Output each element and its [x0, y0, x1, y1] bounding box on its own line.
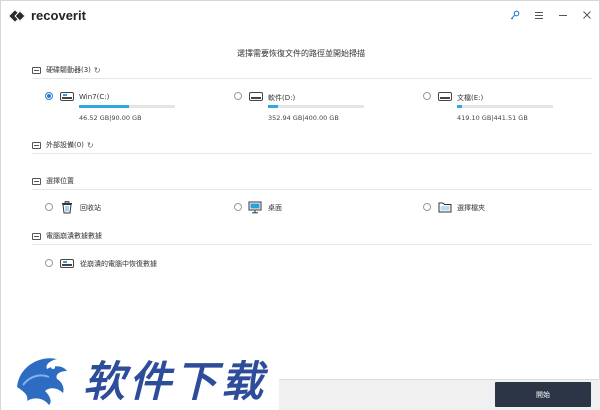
drive-e-usage-bar — [457, 105, 553, 108]
dragon-logo-icon — [9, 347, 73, 409]
drive-d-icon — [249, 92, 263, 101]
title-bar: recoverit — [1, 1, 600, 31]
hard-drive-icon — [32, 66, 41, 74]
section-location-label: 選擇位置 — [46, 177, 74, 185]
section-hard-drives: 硬碟驅動器(3) ↻ — [32, 65, 101, 75]
close-icon[interactable] — [581, 9, 593, 21]
divider — [32, 153, 592, 154]
folder-label[interactable]: 選擇檔夾 — [457, 203, 485, 213]
section-external-label: 外部設備(0) — [46, 141, 84, 149]
section-location: 選擇位置 — [32, 176, 74, 186]
drive-d-usage-fill — [268, 105, 278, 108]
drive-d-size: 352.94 GB|400.00 GB — [268, 114, 339, 122]
page-title: 選擇需要恢復文件的路徑並開始掃描 — [237, 49, 365, 58]
folder-radio[interactable] — [423, 203, 431, 211]
app-window: recoverit 選擇需要恢復文件的路徑並開始掃描 硬碟驅動器(3) ↻ Wi… — [0, 0, 600, 410]
crash-drive-icon — [60, 259, 74, 268]
drive-e-label[interactable]: 文檔(E:) — [457, 93, 483, 103]
crash-recovery-label[interactable]: 從崩潰的電腦中恢復數據 — [80, 259, 157, 269]
divider — [32, 189, 592, 190]
section-hard-drives-label: 硬碟驅動器(3) — [46, 66, 91, 74]
drive-e-radio[interactable] — [423, 92, 431, 100]
app-name: recoverit — [31, 8, 86, 23]
key-icon[interactable] — [509, 9, 521, 21]
location-icon — [32, 177, 41, 185]
folder-icon — [438, 201, 452, 213]
drive-c-radio[interactable] — [45, 92, 53, 100]
drive-d-label[interactable]: 軟件(D:) — [268, 93, 295, 103]
drive-d-radio[interactable] — [234, 92, 242, 100]
refresh-icon[interactable]: ↻ — [87, 141, 94, 150]
start-button[interactable]: 開始 — [495, 382, 591, 407]
recycle-bin-radio[interactable] — [45, 203, 53, 211]
drive-c-icon — [60, 92, 74, 101]
drive-e-usage-fill — [457, 105, 462, 108]
recycle-bin-label[interactable]: 回收站 — [80, 203, 101, 213]
crash-recovery-radio[interactable] — [45, 259, 53, 267]
drive-c-size: 46.52 GB|90.00 GB — [79, 114, 142, 122]
app-logo: recoverit — [9, 8, 86, 23]
section-crashed: 電腦崩潰數據數據 — [32, 231, 102, 241]
external-drive-icon — [32, 141, 41, 149]
watermark: 软件下载 — [1, 345, 279, 410]
desktop-icon — [248, 201, 262, 214]
drive-c-usage-fill — [79, 105, 129, 108]
drive-e-size: 419.10 GB|441.51 GB — [457, 114, 528, 122]
section-external: 外部設備(0) ↻ — [32, 140, 94, 150]
drive-c-usage-bar — [79, 105, 175, 108]
section-crashed-label: 電腦崩潰數據數據 — [46, 232, 102, 240]
desktop-radio[interactable] — [234, 203, 242, 211]
refresh-icon[interactable]: ↻ — [94, 66, 101, 75]
computer-icon — [32, 232, 41, 240]
recoverit-logo-icon — [9, 9, 26, 23]
desktop-label[interactable]: 桌面 — [268, 203, 282, 213]
recycle-bin-icon — [61, 201, 75, 214]
drive-d-usage-bar — [268, 105, 364, 108]
menu-icon[interactable] — [533, 9, 545, 21]
drive-c-label[interactable]: Win7(C:) — [79, 93, 109, 101]
divider — [32, 78, 592, 79]
minimize-icon[interactable] — [557, 9, 569, 21]
watermark-text: 软件下载 — [83, 356, 268, 406]
divider — [32, 244, 592, 245]
drive-e-icon — [438, 92, 452, 101]
